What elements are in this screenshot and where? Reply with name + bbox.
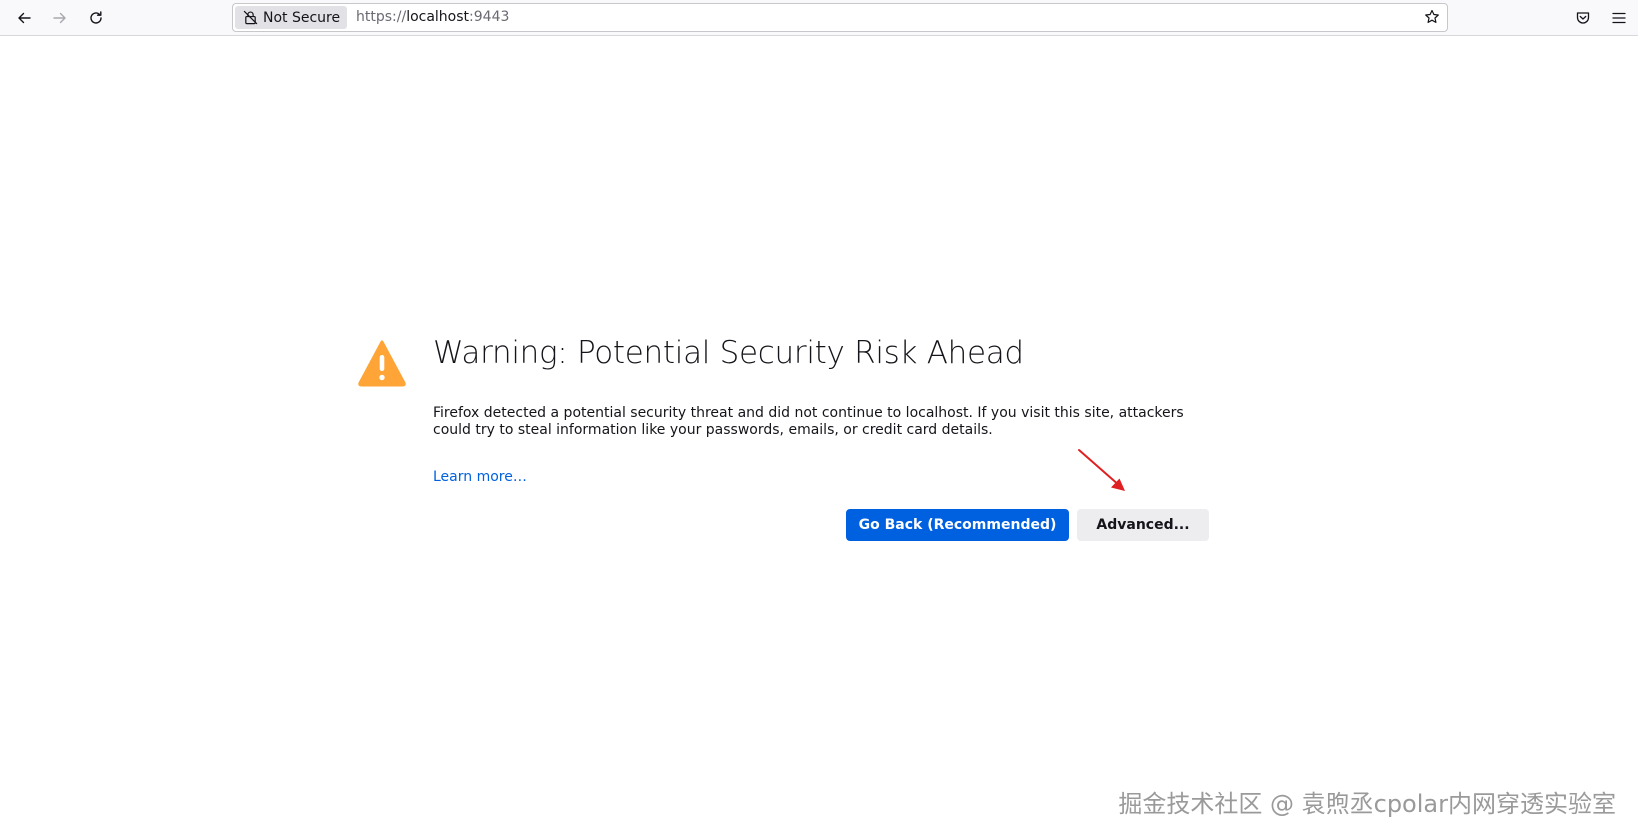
learn-more-link[interactable]: Learn more… [433, 469, 527, 485]
forward-button[interactable] [46, 4, 74, 32]
url-scheme: https:// [356, 9, 407, 25]
advanced-button[interactable]: Advanced... [1077, 509, 1209, 541]
pocket-button[interactable] [1569, 4, 1597, 32]
annotation-arrow-icon [1078, 449, 1125, 491]
warning-icon [358, 340, 406, 387]
reload-button[interactable] [82, 4, 110, 32]
app-menu-button[interactable] [1605, 4, 1633, 32]
bookmark-button[interactable] [1420, 5, 1444, 29]
watermark: 掘金技术社区 @ 袁煦丞cpolar内网穿透实验室 [1118, 790, 1616, 818]
broken-lock-icon [243, 10, 258, 25]
reload-icon [90, 11, 102, 24]
error-page: Warning: Potential Security Risk Ahead F… [0, 37, 1638, 837]
browser-toolbar: Not Secure https://localhost:9443 [0, 0, 1638, 36]
url-bar[interactable]: Not Secure https://localhost:9443 [232, 3, 1448, 32]
not-secure-label: Not Secure [263, 9, 341, 26]
back-button[interactable] [10, 4, 38, 32]
url-host: localhost [406, 9, 470, 25]
url-port: :9443 [469, 9, 510, 25]
arrow-right-icon [53, 12, 66, 24]
error-description: Firefox detected a potential security th… [433, 405, 1184, 438]
url-text[interactable]: https://localhost:9443 [356, 4, 509, 31]
arrow-left-icon [18, 12, 31, 24]
page-title: Warning: Potential Security Risk Ahead [433, 335, 1024, 371]
star-icon [1425, 9, 1439, 23]
hamburger-menu-icon [1612, 12, 1626, 24]
go-back-button[interactable]: Go Back (Recommended) [846, 509, 1069, 541]
site-identity-button[interactable]: Not Secure [235, 6, 347, 29]
pocket-icon [1576, 12, 1590, 24]
